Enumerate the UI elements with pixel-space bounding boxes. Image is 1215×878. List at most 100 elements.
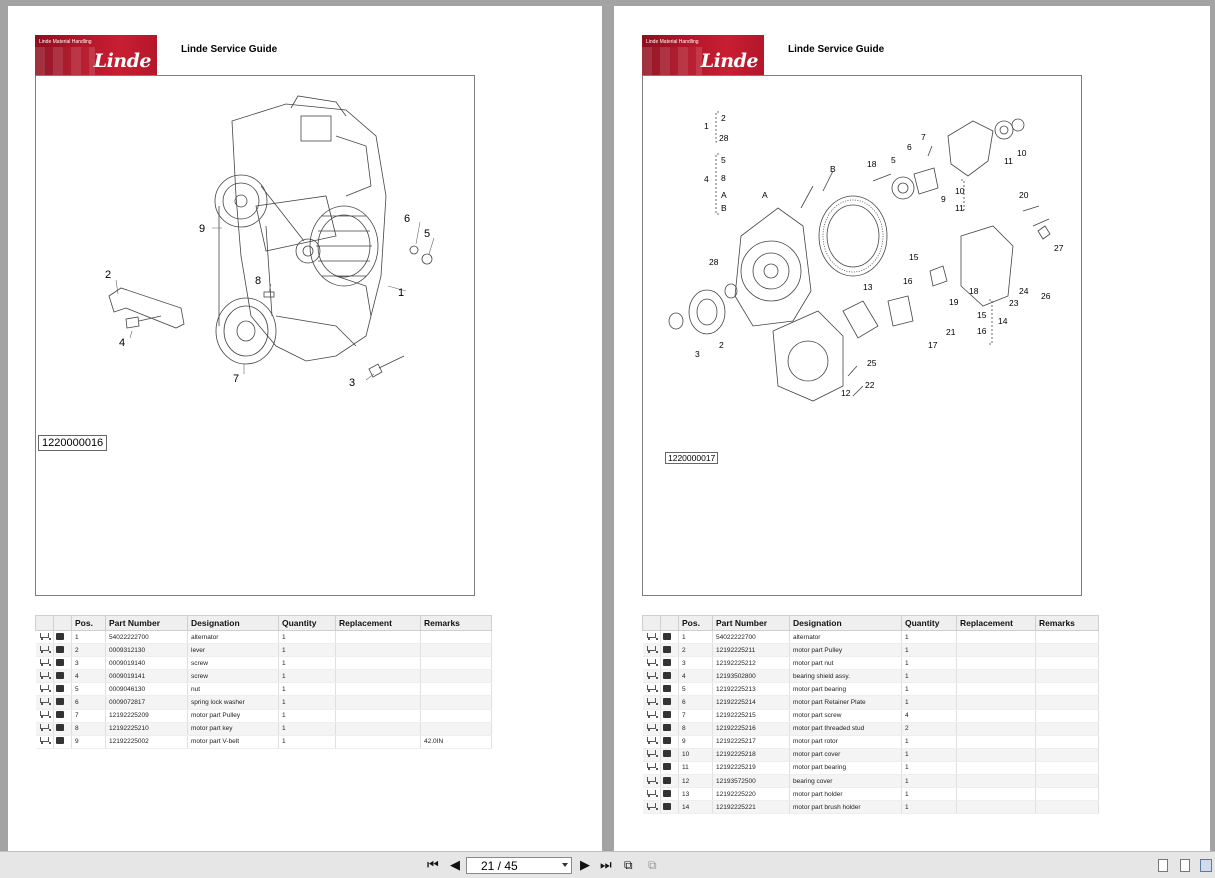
first-page-icon[interactable]: ⏮ xyxy=(427,858,439,872)
cart-icon[interactable] xyxy=(645,671,658,679)
folder-icon-cell[interactable] xyxy=(660,722,679,736)
folder-icon[interactable] xyxy=(663,802,671,810)
folder-icon-cell[interactable] xyxy=(660,643,679,658)
cart-icon-cell[interactable] xyxy=(642,656,661,671)
folder-icon[interactable] xyxy=(56,684,64,692)
folder-icon[interactable] xyxy=(663,750,671,758)
folder-icon-cell[interactable] xyxy=(53,682,72,697)
cart-icon-cell[interactable] xyxy=(35,695,54,710)
cart-icon[interactable] xyxy=(38,711,51,719)
folder-icon-cell[interactable] xyxy=(53,695,72,710)
cart-icon[interactable] xyxy=(645,645,658,653)
cart-icon[interactable] xyxy=(38,684,51,692)
folder-icon-cell[interactable] xyxy=(660,735,679,749)
cart-icon-cell[interactable] xyxy=(642,748,661,762)
cart-icon-cell[interactable] xyxy=(642,774,661,789)
cart-icon[interactable] xyxy=(645,632,658,640)
folder-icon-cell[interactable] xyxy=(660,682,679,697)
folder-icon[interactable] xyxy=(663,645,671,653)
cart-icon[interactable] xyxy=(38,645,51,653)
cart-icon-cell[interactable] xyxy=(642,761,661,776)
folder-icon-cell[interactable] xyxy=(53,669,72,684)
folder-icon-cell[interactable] xyxy=(660,748,679,762)
cart-icon[interactable] xyxy=(645,737,658,745)
cart-icon[interactable] xyxy=(38,632,51,640)
folder-icon[interactable] xyxy=(56,632,64,640)
cart-icon-cell[interactable] xyxy=(642,669,661,684)
folder-icon[interactable] xyxy=(663,671,671,679)
last-page-icon[interactable]: ⏭ xyxy=(600,858,612,872)
cart-icon-cell[interactable] xyxy=(642,735,661,749)
folder-icon-cell[interactable] xyxy=(660,761,679,776)
cart-icon[interactable] xyxy=(645,750,658,758)
cart-icon[interactable] xyxy=(645,776,658,784)
cart-icon-cell[interactable] xyxy=(35,656,54,671)
folder-icon[interactable] xyxy=(663,789,671,797)
folder-icon[interactable] xyxy=(56,737,64,745)
single-page-view-icon[interactable] xyxy=(1158,859,1168,872)
folder-icon-cell[interactable] xyxy=(53,722,72,736)
cart-icon[interactable] xyxy=(645,789,658,797)
folder-icon[interactable] xyxy=(56,645,64,653)
folder-icon-cell[interactable] xyxy=(53,735,72,749)
cart-icon-cell[interactable] xyxy=(642,630,661,645)
prev-page-icon[interactable]: ◀ xyxy=(450,858,460,872)
cart-icon-cell[interactable] xyxy=(35,735,54,749)
cart-icon[interactable] xyxy=(38,724,51,732)
next-view-icon[interactable]: ⧉ xyxy=(648,858,657,872)
cart-icon[interactable] xyxy=(645,724,658,732)
folder-icon-cell[interactable] xyxy=(660,695,679,710)
folder-icon-cell[interactable] xyxy=(53,656,72,671)
folder-icon-cell[interactable] xyxy=(660,800,679,815)
cart-icon-cell[interactable] xyxy=(35,643,54,658)
cart-icon-cell[interactable] xyxy=(642,695,661,710)
cart-icon-cell[interactable] xyxy=(642,709,661,723)
folder-icon[interactable] xyxy=(663,737,671,745)
page-number-select[interactable]: 21 / 45 xyxy=(466,857,572,874)
cart-icon-cell[interactable] xyxy=(35,682,54,697)
folder-icon[interactable] xyxy=(56,711,64,719)
cart-icon[interactable] xyxy=(38,671,51,679)
cart-icon[interactable] xyxy=(645,698,658,706)
cart-icon[interactable] xyxy=(645,802,658,810)
folder-icon-cell[interactable] xyxy=(53,709,72,723)
cart-icon-cell[interactable] xyxy=(35,630,54,645)
folder-icon[interactable] xyxy=(663,632,671,640)
folder-icon[interactable] xyxy=(56,724,64,732)
folder-icon-cell[interactable] xyxy=(660,774,679,789)
folder-icon[interactable] xyxy=(663,763,671,771)
cart-icon[interactable] xyxy=(645,684,658,692)
cart-icon-cell[interactable] xyxy=(642,682,661,697)
continuous-view-icon[interactable] xyxy=(1180,859,1190,872)
cart-icon[interactable] xyxy=(38,658,51,666)
cart-icon-cell[interactable] xyxy=(642,722,661,736)
previous-view-icon[interactable]: ⧉ xyxy=(624,858,633,872)
folder-icon-cell[interactable] xyxy=(660,656,679,671)
folder-icon[interactable] xyxy=(56,671,64,679)
folder-icon-cell[interactable] xyxy=(660,669,679,684)
folder-icon[interactable] xyxy=(56,698,64,706)
cart-icon-cell[interactable] xyxy=(35,669,54,684)
next-page-icon[interactable]: ▶ xyxy=(580,858,590,872)
cart-icon-cell[interactable] xyxy=(642,800,661,815)
cart-icon[interactable] xyxy=(38,698,51,706)
folder-icon[interactable] xyxy=(56,658,64,666)
folder-icon-cell[interactable] xyxy=(660,787,679,802)
folder-icon[interactable] xyxy=(663,684,671,692)
folder-icon[interactable] xyxy=(663,711,671,719)
folder-icon-cell[interactable] xyxy=(53,630,72,645)
folder-icon[interactable] xyxy=(663,776,671,784)
two-page-view-icon[interactable] xyxy=(1200,859,1212,872)
folder-icon[interactable] xyxy=(663,724,671,732)
cart-icon[interactable] xyxy=(645,763,658,771)
folder-icon[interactable] xyxy=(663,658,671,666)
cart-icon-cell[interactable] xyxy=(642,643,661,658)
folder-icon[interactable] xyxy=(663,698,671,706)
cart-icon-cell[interactable] xyxy=(642,787,661,802)
folder-icon-cell[interactable] xyxy=(660,709,679,723)
folder-icon-cell[interactable] xyxy=(53,643,72,658)
cart-icon-cell[interactable] xyxy=(35,709,54,723)
cart-icon[interactable] xyxy=(645,711,658,719)
cart-icon[interactable] xyxy=(38,737,51,745)
cart-icon-cell[interactable] xyxy=(35,722,54,736)
